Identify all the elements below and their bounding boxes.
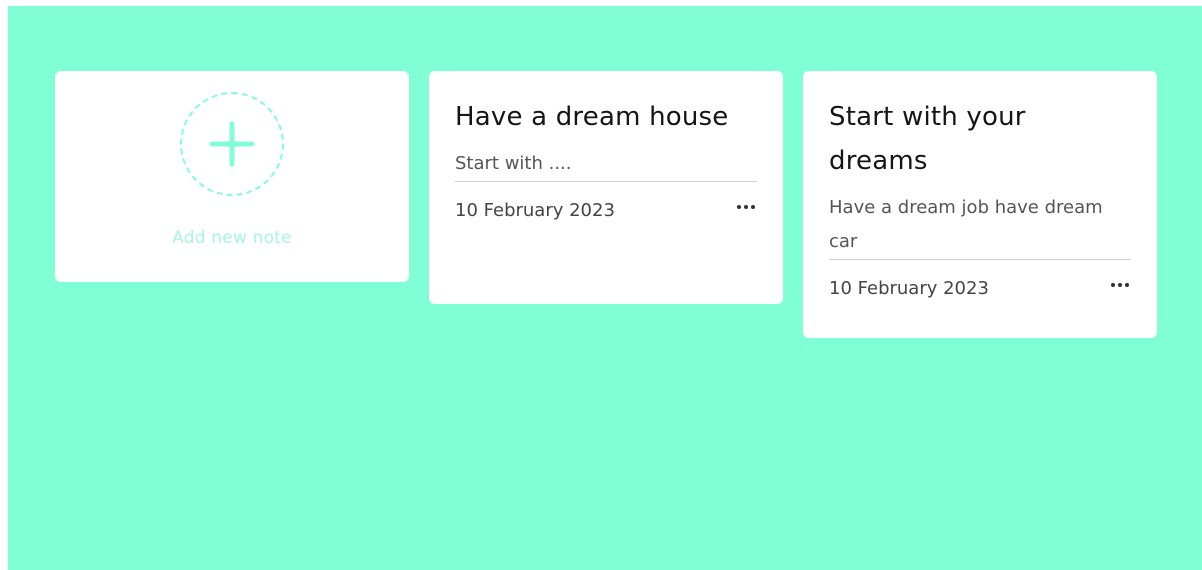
menu-dot <box>744 204 748 209</box>
note-footer: 10 February 2023 <box>829 278 1131 299</box>
notes-board: Add new note Have a dream house Start wi… <box>8 6 1202 570</box>
note-footer: 10 February 2023 <box>455 200 757 221</box>
note-card[interactable]: Have a dream house Start with .... 10 Fe… <box>429 71 783 304</box>
add-note-card[interactable]: Add new note <box>55 71 409 282</box>
note-card[interactable]: Start with your dreams Have a dream job … <box>803 71 1157 338</box>
note-body: Have a dream job have dream car <box>829 191 1131 260</box>
note-date: 10 February 2023 <box>455 200 615 221</box>
menu-dot <box>737 204 741 209</box>
add-note-label[interactable]: Add new note <box>172 228 292 248</box>
more-horizontal-icon[interactable] <box>1109 281 1131 289</box>
menu-dot <box>1111 282 1115 287</box>
menu-dot <box>1125 282 1129 287</box>
plus-icon <box>209 121 255 167</box>
more-horizontal-icon[interactable] <box>735 203 757 211</box>
note-title: Start with your dreams <box>829 102 1026 176</box>
note-date: 10 February 2023 <box>829 278 989 299</box>
menu-dot <box>751 204 755 209</box>
note-title: Have a dream house <box>455 102 729 132</box>
add-note-circle[interactable] <box>180 92 284 196</box>
menu-dot <box>1118 282 1122 287</box>
note-body: Start with .... <box>455 147 757 182</box>
